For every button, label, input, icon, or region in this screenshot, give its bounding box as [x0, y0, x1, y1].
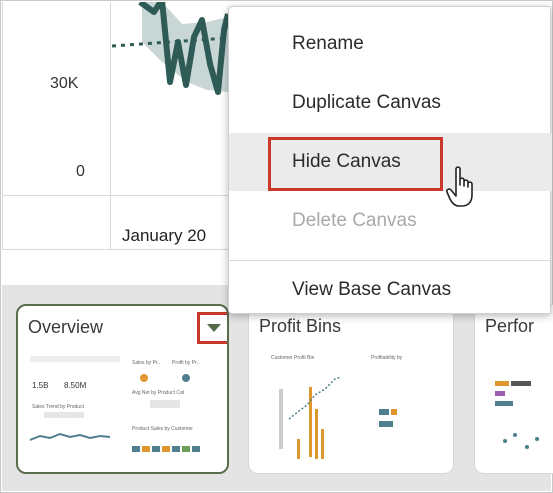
menu-item-label: Duplicate Canvas [292, 92, 441, 113]
gridline [2, 195, 228, 196]
thumb-text: Avg Net by Product Cat [132, 390, 185, 396]
menu-item-duplicate-canvas[interactable]: Duplicate Canvas [229, 74, 552, 132]
axis-line [110, 2, 111, 249]
menu-item-view-base-canvas[interactable]: View Base Canvas [229, 261, 552, 319]
hand-pointer-icon [446, 166, 473, 207]
canvas-card-overview[interactable]: Overview Sales by Pr.. Profit by Pr.. 1.… [16, 304, 229, 474]
canvas-card-performance[interactable]: Perfor [474, 304, 553, 474]
thumb-text: Customer Profit Bin [271, 355, 315, 361]
thumb-text: Profit by Pr.. [172, 360, 199, 366]
menu-item-label: Delete Canvas [292, 210, 417, 231]
menu-item-label: Hide Canvas [292, 151, 401, 172]
thumb-text: Sales Trend by Product [32, 404, 85, 410]
gridline [2, 249, 228, 250]
canvas-title: Overview [28, 317, 104, 337]
axis-line [2, 2, 3, 249]
chevron-down-icon [207, 324, 221, 332]
thumb-text: Product Sales by Customer [132, 426, 193, 432]
menu-item-hide-canvas[interactable]: Hide Canvas [229, 133, 552, 191]
canvas-title: Perfor [485, 316, 535, 336]
canvas-thumbnail: Sales by Pr.. Profit by Pr.. 1.5B 8.50M … [29, 356, 200, 452]
canvas-context-menu: Rename Duplicate Canvas Hide Canvas Dele… [228, 6, 552, 314]
thumb-text: 1.5B [32, 381, 48, 390]
y-tick-label: 30K [50, 75, 79, 92]
thumb-text: Sales by Pr.. [132, 360, 160, 366]
y-tick-label: 0 [76, 163, 85, 180]
menu-item-delete-canvas: Delete Canvas [229, 192, 552, 250]
menu-item-label: View Base Canvas [292, 279, 452, 300]
canvas-menu-button[interactable] [197, 312, 227, 344]
canvas-thumbnail: Customer Profit Bin Profitability by [271, 355, 403, 459]
x-tick-label: January 20 [122, 226, 207, 245]
canvas-card-profit-bins[interactable]: Profit Bins Customer Profit Bin Profitab… [248, 304, 454, 474]
menu-item-label: Rename [292, 33, 364, 54]
canvas-title: Profit Bins [259, 316, 342, 336]
thumb-text: 8.50M [64, 381, 87, 390]
thumb-text: Profitability by [371, 355, 403, 361]
canvas-thumbnail [495, 381, 539, 449]
menu-item-rename[interactable]: Rename [229, 15, 552, 73]
